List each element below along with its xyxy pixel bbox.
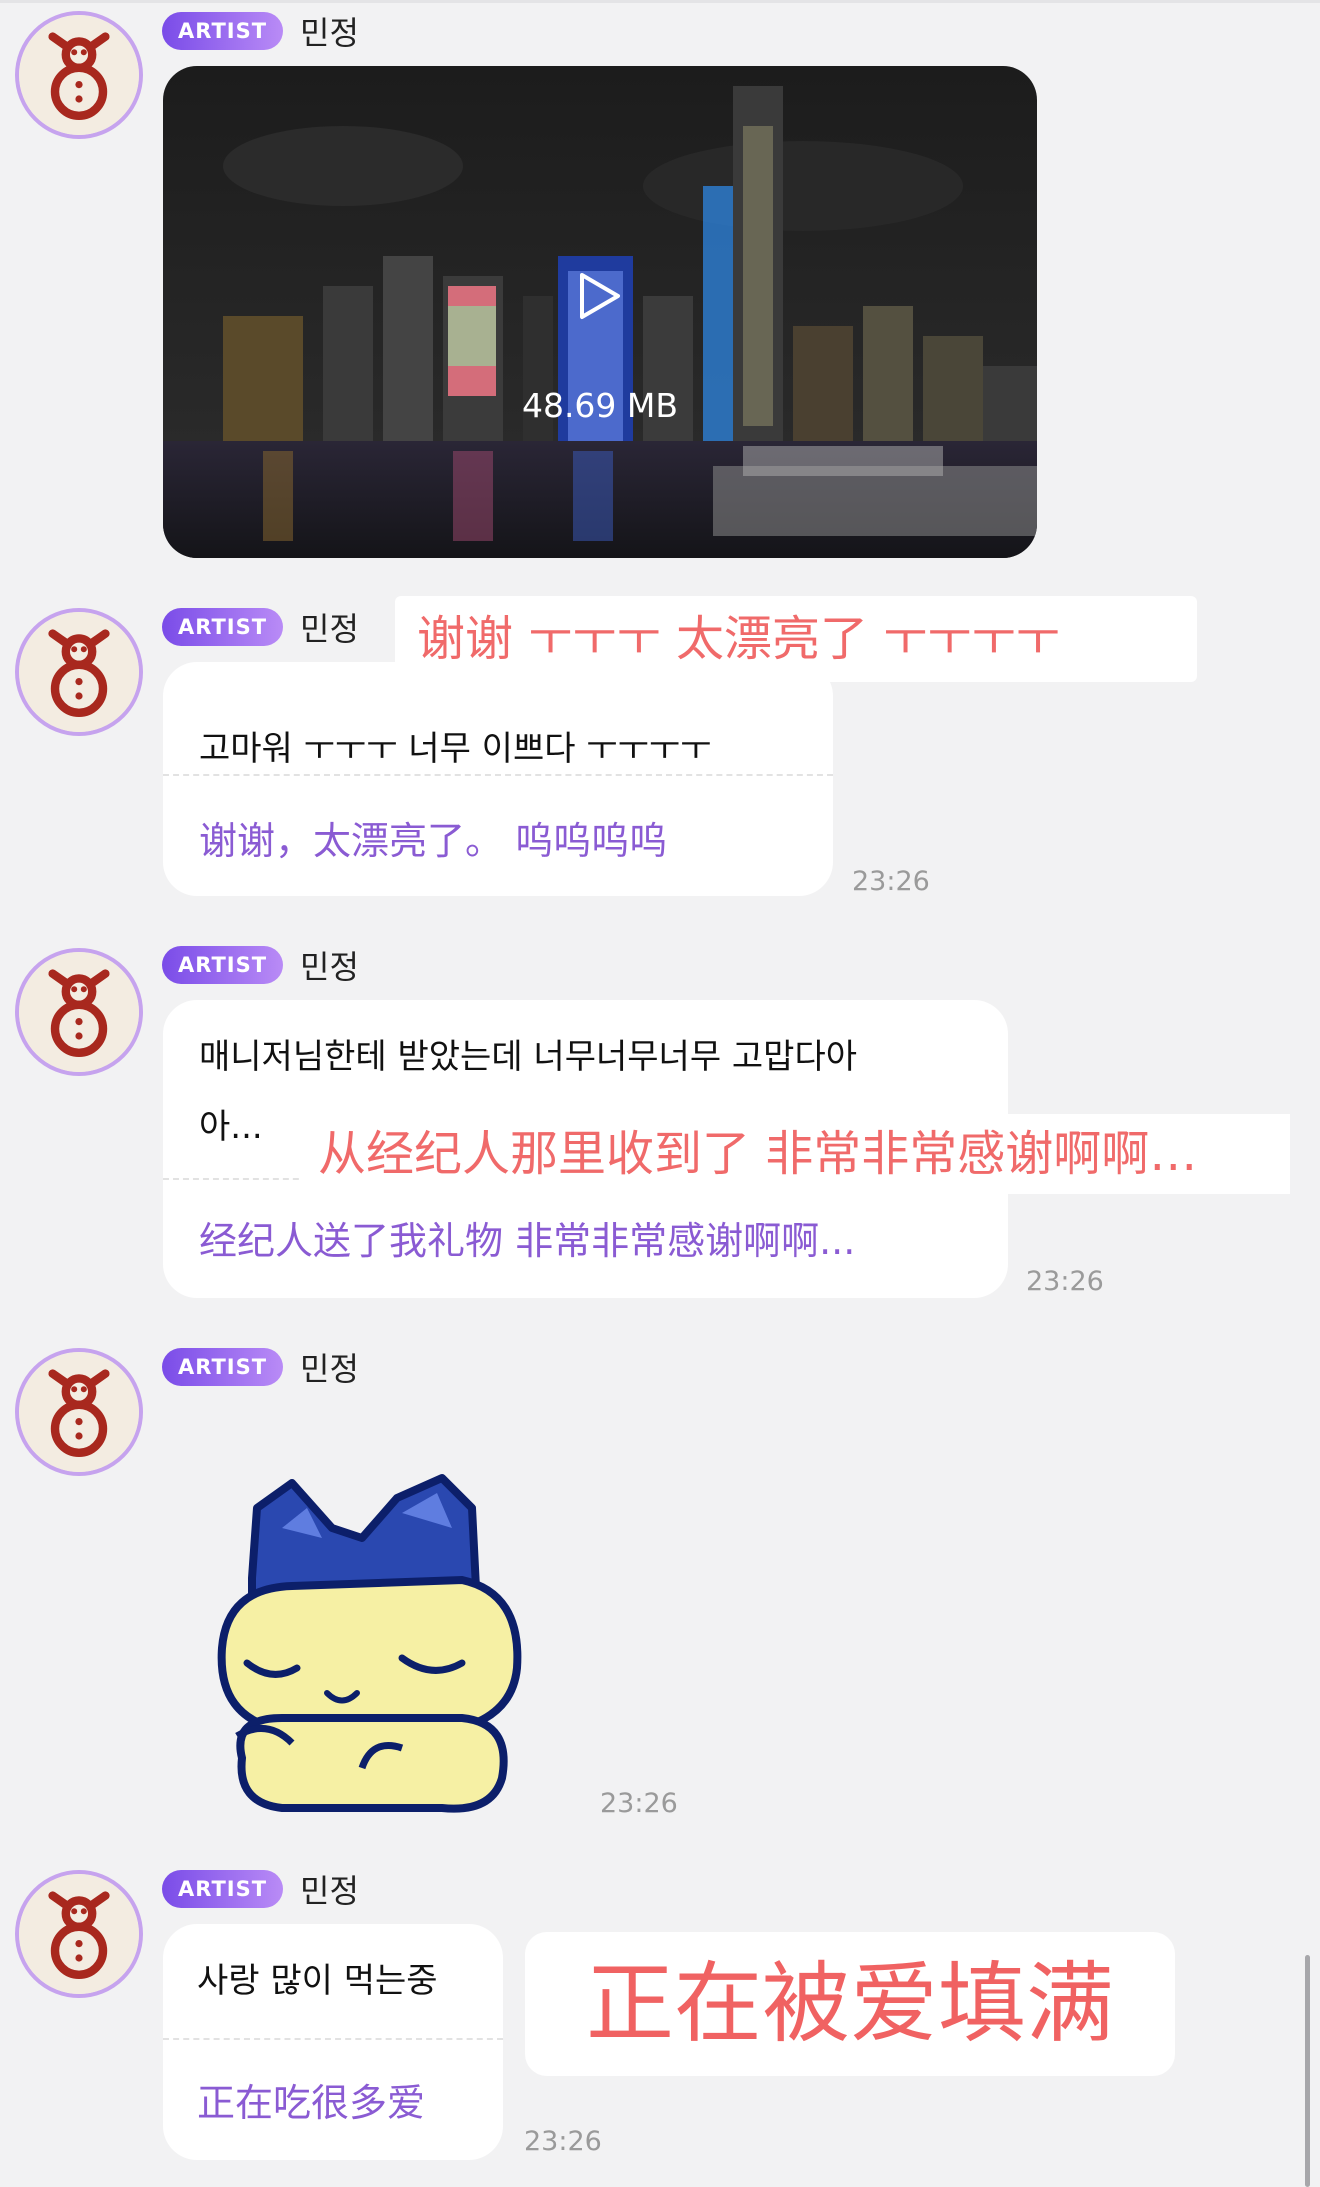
message-original-text: 고마워 ㅜㅜㅜ 너무 이쁘다 ㅜㅜㅜㅜ bbox=[199, 729, 712, 769]
caption-overlay: 谢谢 ㅜㅜㅜ 太漂亮了 ㅜㅜㅜㅜ bbox=[395, 596, 1197, 682]
sender-name: 민정 bbox=[300, 948, 359, 986]
translation-divider bbox=[163, 774, 833, 776]
message-timestamp: 23:26 bbox=[1026, 1266, 1104, 1297]
artist-badge: ARTIST bbox=[162, 946, 284, 984]
top-divider bbox=[0, 0, 1320, 3]
play-icon[interactable] bbox=[578, 271, 622, 321]
message-translation-text: 谢谢，太漂亮了。 呜呜呜呜 bbox=[199, 819, 668, 863]
message-translation-text: 经纪人送了我礼物 非常非常感谢啊啊... bbox=[199, 1219, 856, 1263]
artist-badge: ARTIST bbox=[162, 12, 284, 50]
artist-badge: ARTIST bbox=[162, 1870, 284, 1908]
translation-divider bbox=[163, 2038, 503, 2040]
message-timestamp: 23:26 bbox=[852, 866, 930, 897]
message-original-text-line2: 아... bbox=[199, 1107, 263, 1147]
message-translation-text: 正在吃很多爱 bbox=[197, 2081, 426, 2125]
artist-avatar[interactable] bbox=[15, 11, 143, 139]
artist-badge: ARTIST bbox=[162, 1348, 284, 1386]
message-original-text-line1: 매니저님한테 받았는데 너무너무너무 고맙다아 bbox=[199, 1037, 858, 1077]
message-timestamp: 23:26 bbox=[524, 2126, 602, 2157]
message-timestamp: 23:26 bbox=[600, 1788, 678, 1819]
sleepy-bunny-sticker[interactable] bbox=[212, 1468, 530, 1820]
artist-avatar[interactable] bbox=[15, 1348, 143, 1476]
artist-badge: ARTIST bbox=[162, 608, 284, 646]
video-message[interactable]: 48.69 MB bbox=[163, 66, 1037, 558]
sender-name: 민정 bbox=[300, 1872, 359, 1910]
message-original-text: 사랑 많이 먹는중 bbox=[197, 1961, 438, 2001]
artist-avatar[interactable] bbox=[15, 1870, 143, 1998]
artist-avatar[interactable] bbox=[15, 948, 143, 1076]
artist-avatar[interactable] bbox=[15, 608, 143, 736]
sender-name: 민정 bbox=[300, 14, 359, 52]
sender-name: 민정 bbox=[300, 1350, 359, 1388]
caption-overlay: 正在被爱填满 bbox=[525, 1932, 1175, 2076]
scrollbar[interactable] bbox=[1305, 1955, 1310, 2187]
message-bubble[interactable]: 고마워 ㅜㅜㅜ 너무 이쁘다 ㅜㅜㅜㅜ 谢谢，太漂亮了。 呜呜呜呜 bbox=[163, 662, 833, 896]
caption-overlay: 从经纪人那里收到了 非常非常感谢啊啊… bbox=[300, 1114, 1290, 1194]
sender-name: 민정 bbox=[300, 610, 359, 648]
message-bubble[interactable]: 사랑 많이 먹는중 正在吃很多爱 bbox=[163, 1924, 503, 2160]
video-file-size: 48.69 MB bbox=[521, 386, 679, 425]
